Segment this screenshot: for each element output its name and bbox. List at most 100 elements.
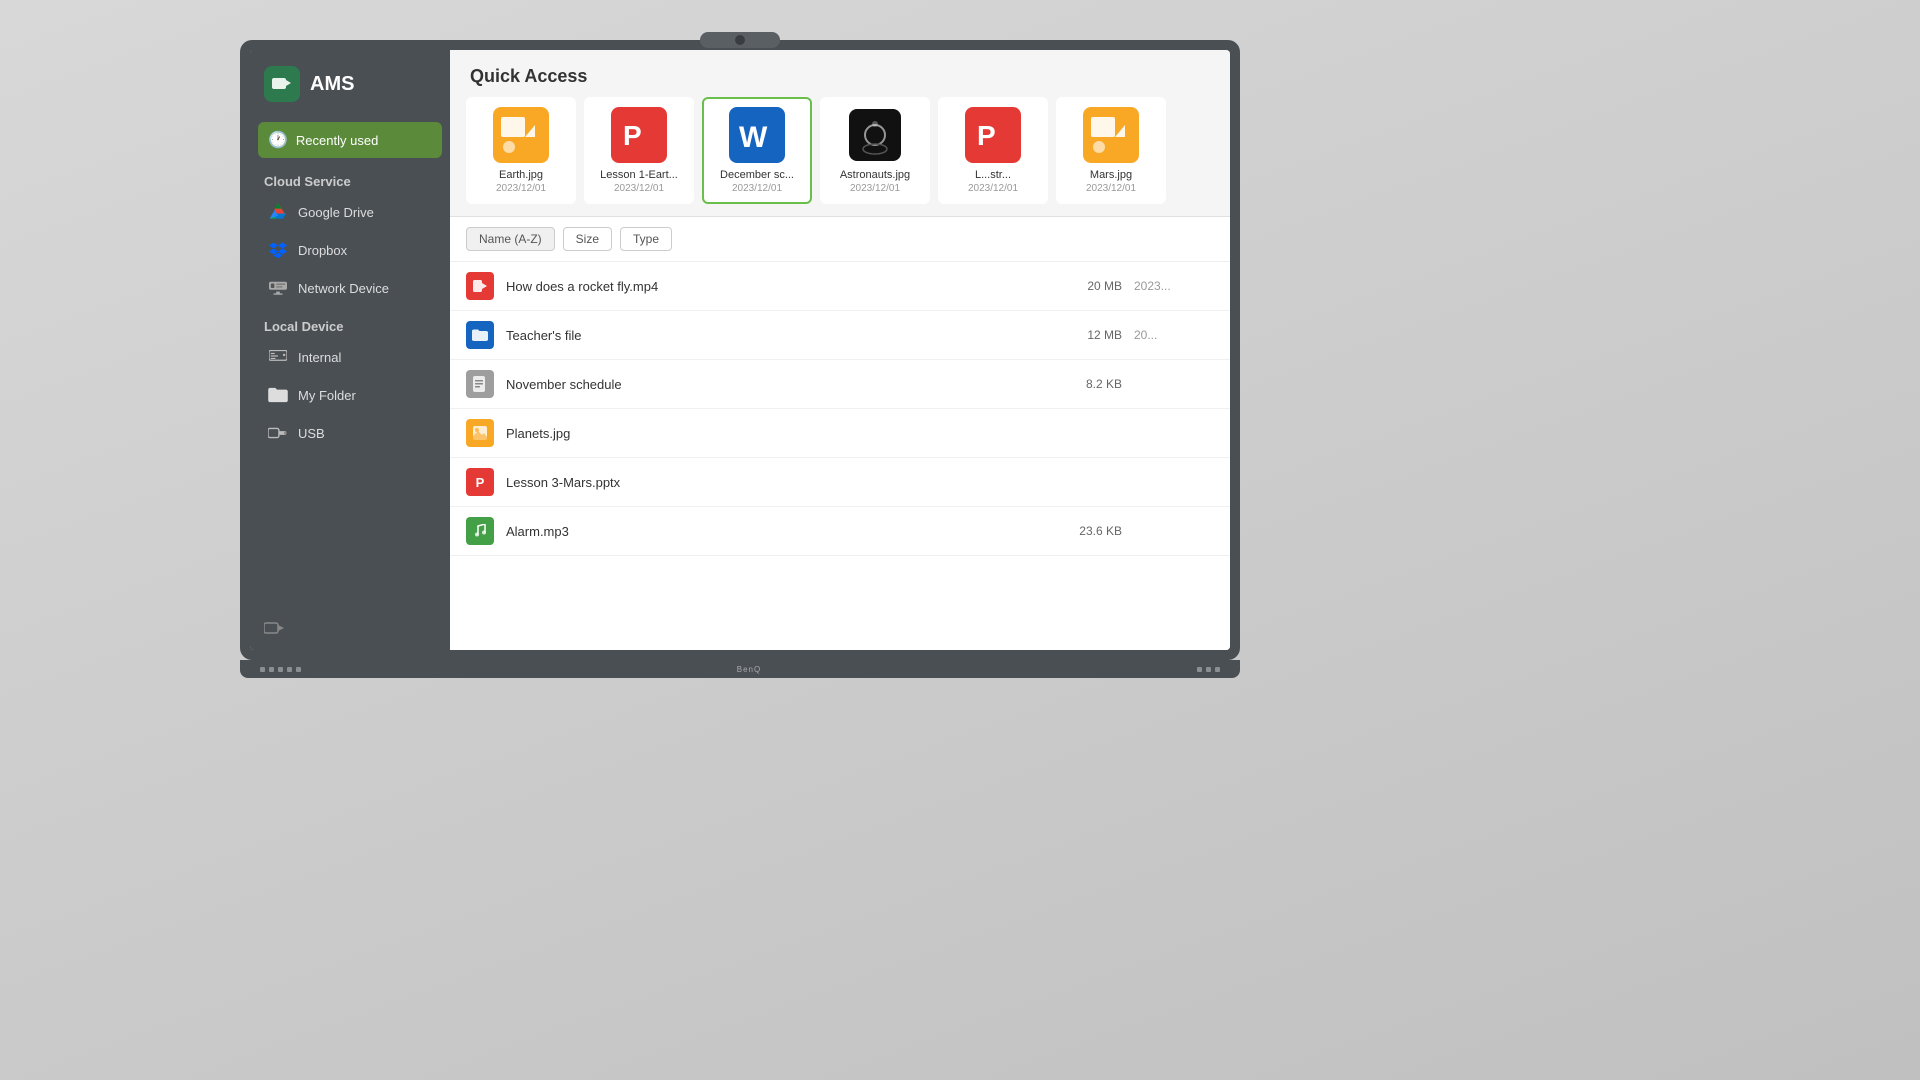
google-drive-label: Google Drive xyxy=(298,205,374,220)
file-size-teachers: 12 MB xyxy=(1052,328,1122,342)
dropbox-label: Dropbox xyxy=(298,243,347,258)
qa-item-astronauts[interactable]: Astronauts.jpg 2023/12/01 xyxy=(820,97,930,204)
camera xyxy=(700,32,780,48)
sort-name-button[interactable]: Name (A-Z) xyxy=(466,227,555,251)
qa-icon-astronauts xyxy=(847,107,903,163)
network-device-label: Network Device xyxy=(298,281,389,296)
file-size-rocket: 20 MB xyxy=(1052,279,1122,293)
svg-text:W: W xyxy=(739,121,768,154)
qa-item-earth-jpg[interactable]: Earth.jpg 2023/12/01 xyxy=(466,97,576,204)
sort-type-button[interactable]: Type xyxy=(620,227,672,251)
local-device-section: Local Device xyxy=(250,307,450,338)
sidebar-item-google-drive[interactable]: Google Drive xyxy=(254,194,446,230)
qa-item-december[interactable]: W December sc... 2023/12/01 xyxy=(702,97,812,204)
quick-access-title: Quick Access xyxy=(450,50,1230,97)
port-dot xyxy=(269,667,274,672)
file-list-header: Name (A-Z) Size Type xyxy=(450,217,1230,262)
sidebar: AMS 🕐 Recently used Cloud Service xyxy=(250,50,450,650)
sidebar-bottom xyxy=(250,611,450,650)
qa-item-lstr[interactable]: P L...str... 2023/12/01 xyxy=(938,97,1048,204)
usb-icon xyxy=(268,423,288,443)
file-list-area: Name (A-Z) Size Type xyxy=(450,216,1230,650)
qa-date-astronauts: 2023/12/01 xyxy=(850,183,900,194)
monitor-screen: AMS 🕐 Recently used Cloud Service xyxy=(250,50,1230,650)
file-size-alarm: 23.6 KB xyxy=(1052,524,1122,538)
file-date-rocket: 2023... xyxy=(1134,279,1214,293)
qa-name-lstr: L...str... xyxy=(948,169,1038,181)
sidebar-header: AMS xyxy=(250,50,450,118)
file-row[interactable]: P Lesson 3-Mars.pptx xyxy=(450,458,1230,507)
file-row[interactable]: November schedule 8.2 KB xyxy=(450,360,1230,409)
file-name-lesson3: Lesson 3-Mars.pptx xyxy=(506,475,1040,490)
monitor-ports-left xyxy=(260,667,301,672)
file-name-teachers: Teacher's file xyxy=(506,328,1040,343)
google-drive-icon xyxy=(268,202,288,222)
port-dot xyxy=(287,667,292,672)
network-device-icon xyxy=(268,278,288,298)
qa-item-lesson1[interactable]: P Lesson 1-Eart... 2023/12/01 xyxy=(584,97,694,204)
qa-item-mars[interactable]: Mars.jpg 2023/12/01 xyxy=(1056,97,1166,204)
file-ppt-icon: P xyxy=(466,468,494,496)
clock-icon: 🕐 xyxy=(268,130,288,150)
file-row[interactable]: Teacher's file 12 MB 20... xyxy=(450,311,1230,360)
port-dot xyxy=(260,667,265,672)
qa-icon-lstr: P xyxy=(965,107,1021,163)
svg-text:P: P xyxy=(977,120,996,151)
file-list-table: How does a rocket fly.mp4 20 MB 2023... xyxy=(450,262,1230,556)
file-video-icon xyxy=(466,272,494,300)
port-dot xyxy=(1215,667,1220,672)
qa-icon-earth xyxy=(493,107,549,163)
file-row[interactable]: How does a rocket fly.mp4 20 MB 2023... xyxy=(450,262,1230,311)
qa-date-mars: 2023/12/01 xyxy=(1086,183,1136,194)
sort-size-button[interactable]: Size xyxy=(563,227,612,251)
file-name-rocket: How does a rocket fly.mp4 xyxy=(506,279,1040,294)
sidebar-item-network-device[interactable]: Network Device xyxy=(254,270,446,306)
file-row[interactable]: Planets.jpg xyxy=(450,409,1230,458)
qa-date-lesson1: 2023/12/01 xyxy=(614,183,664,194)
port-dot xyxy=(1197,667,1202,672)
qa-icon-mars xyxy=(1083,107,1139,163)
monitor-brand-label: BenQ xyxy=(737,665,761,674)
monitor-bottom-bar: BenQ xyxy=(240,660,1240,678)
file-name-planets: Planets.jpg xyxy=(506,426,1040,441)
dropbox-icon xyxy=(268,240,288,260)
sidebar-item-internal[interactable]: Internal xyxy=(254,339,446,375)
file-doc-icon xyxy=(466,370,494,398)
qa-date-december: 2023/12/01 xyxy=(732,183,782,194)
qa-date-earth: 2023/12/01 xyxy=(496,183,546,194)
recently-used-label: Recently used xyxy=(296,133,378,148)
file-row[interactable]: Alarm.mp3 23.6 KB xyxy=(450,507,1230,556)
file-size-november: 8.2 KB xyxy=(1052,377,1122,391)
sidebar-item-usb[interactable]: USB xyxy=(254,415,446,451)
qa-name-astronauts: Astronauts.jpg xyxy=(830,169,920,181)
qa-date-lstr: 2023/12/01 xyxy=(968,183,1018,194)
port-dot xyxy=(278,667,283,672)
sidebar-item-my-folder[interactable]: My Folder xyxy=(254,377,446,413)
main-content: Quick Access Earth.jpg 2023/12/01 xyxy=(450,50,1230,650)
camera-bottom-icon xyxy=(264,622,286,639)
quick-access-row: Earth.jpg 2023/12/01 P Lesson 1-Eart... … xyxy=(450,97,1230,216)
file-date-teachers: 20... xyxy=(1134,328,1214,342)
svg-text:P: P xyxy=(623,120,642,151)
monitor-ports-right xyxy=(1197,667,1220,672)
qa-name-lesson1: Lesson 1-Eart... xyxy=(594,169,684,181)
internal-icon xyxy=(268,347,288,367)
usb-label: USB xyxy=(298,426,325,441)
qa-name-earth: Earth.jpg xyxy=(476,169,566,181)
folder-icon xyxy=(268,385,288,405)
file-name-november: November schedule xyxy=(506,377,1040,392)
port-dot xyxy=(296,667,301,672)
qa-name-december: December sc... xyxy=(712,169,802,181)
app-title: AMS xyxy=(310,73,354,96)
sidebar-item-dropbox[interactable]: Dropbox xyxy=(254,232,446,268)
internal-label: Internal xyxy=(298,350,341,365)
file-name-alarm: Alarm.mp3 xyxy=(506,524,1040,539)
qa-icon-december: W xyxy=(729,107,785,163)
port-dot xyxy=(1206,667,1211,672)
file-folder-icon xyxy=(466,321,494,349)
file-music-icon xyxy=(466,517,494,545)
qa-name-mars: Mars.jpg xyxy=(1066,169,1156,181)
my-folder-label: My Folder xyxy=(298,388,356,403)
file-image-icon xyxy=(466,419,494,447)
sidebar-item-recently-used[interactable]: 🕐 Recently used xyxy=(258,122,442,158)
